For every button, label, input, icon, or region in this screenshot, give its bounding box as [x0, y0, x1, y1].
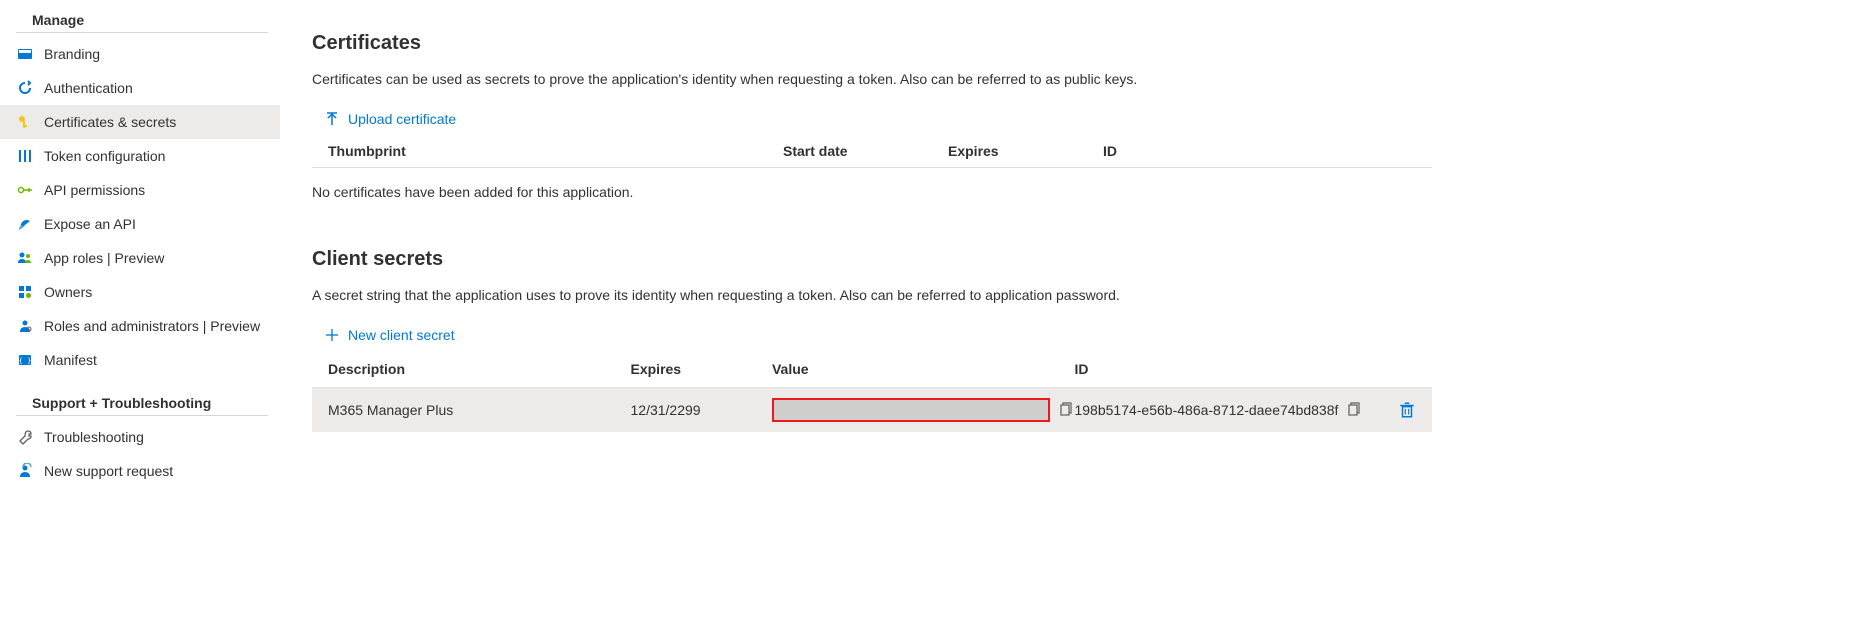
secret-row-expires: 12/31/2299: [631, 402, 772, 418]
secrets-table: New client secret Description Expires Va…: [312, 319, 1432, 432]
upload-certificate-button[interactable]: Upload certificate: [312, 103, 468, 135]
sidebar-item-label: Branding: [44, 46, 100, 62]
sidebar-item-manifest[interactable]: { } Manifest: [0, 343, 280, 377]
secrets-header-description: Description: [328, 361, 631, 377]
owners-icon: [16, 283, 34, 301]
sidebar-item-branding[interactable]: Branding: [0, 37, 280, 71]
sidebar-item-label: App roles | Preview: [44, 250, 164, 266]
client-secrets-title: Client secrets: [312, 248, 1855, 271]
troubleshooting-icon: [16, 428, 34, 446]
authentication-icon: [16, 79, 34, 97]
secrets-header-value: Value: [772, 361, 1075, 377]
sidebar-item-api-permissions[interactable]: API permissions: [0, 173, 280, 207]
manage-section-header: Manage: [16, 8, 268, 33]
expose-api-icon: [16, 215, 34, 233]
new-client-secret-button[interactable]: New client secret: [312, 319, 467, 351]
sidebar-item-label: Certificates & secrets: [44, 114, 176, 130]
sidebar-item-label: Roles and administrators | Preview: [44, 318, 260, 334]
sidebar: Manage Branding Authentication Certifica…: [0, 0, 280, 496]
svg-text:{ }: { }: [19, 357, 32, 365]
sidebar-item-label: Token configuration: [44, 148, 165, 164]
sidebar-item-label: Owners: [44, 284, 92, 300]
new-client-secret-label: New client secret: [348, 327, 455, 343]
client-secrets-description: A secret string that the application use…: [312, 287, 1855, 303]
sidebar-item-token-configuration[interactable]: Token configuration: [0, 139, 280, 173]
cert-header-start-date: Start date: [783, 143, 948, 159]
sidebar-item-label: New support request: [44, 463, 173, 479]
sidebar-item-label: Authentication: [44, 80, 133, 96]
secrets-table-header: Description Expires Value ID: [312, 351, 1432, 388]
sidebar-item-label: Expose an API: [44, 216, 136, 232]
cert-header-expires: Expires: [948, 143, 1103, 159]
upload-certificate-label: Upload certificate: [348, 111, 456, 127]
secret-row-id: 198b5174-e56b-486a-8712-daee74bd838f: [1074, 402, 1338, 418]
certificates-title: Certificates: [312, 32, 1855, 55]
support-section-header: Support + Troubleshooting: [16, 391, 268, 416]
secret-row-description: M365 Manager Plus: [328, 402, 631, 418]
manifest-icon: { }: [16, 351, 34, 369]
secret-value-redacted: [772, 398, 1050, 422]
sidebar-item-label: Troubleshooting: [44, 429, 144, 445]
app-roles-icon: [16, 249, 34, 267]
main-content: Certificates Certificates can be used as…: [280, 0, 1871, 496]
branding-icon: [16, 45, 34, 63]
sidebar-item-troubleshooting[interactable]: Troubleshooting: [0, 420, 280, 454]
certificates-table: Upload certificate Thumbprint Start date…: [312, 103, 1432, 168]
sidebar-item-certificates-secrets[interactable]: Certificates & secrets: [0, 105, 280, 139]
plus-icon: [324, 327, 340, 343]
sidebar-item-expose-api[interactable]: Expose an API: [0, 207, 280, 241]
copy-value-icon[interactable]: [1058, 402, 1074, 418]
secrets-header-id: ID: [1074, 361, 1377, 377]
token-config-icon: [16, 147, 34, 165]
sidebar-item-roles-administrators[interactable]: Roles and administrators | Preview: [0, 309, 280, 343]
certificates-description: Certificates can be used as secrets to p…: [312, 71, 1855, 87]
sidebar-item-authentication[interactable]: Authentication: [0, 71, 280, 105]
roles-admins-icon: [16, 317, 34, 335]
api-permissions-icon: [16, 181, 34, 199]
sidebar-item-app-roles[interactable]: App roles | Preview: [0, 241, 280, 275]
certificates-icon: [16, 113, 34, 131]
sidebar-item-new-support-request[interactable]: New support request: [0, 454, 280, 488]
sidebar-item-label: API permissions: [44, 182, 145, 198]
sidebar-item-label: Manifest: [44, 352, 97, 368]
cert-header-id: ID: [1103, 143, 1303, 159]
certificates-table-header: Thumbprint Start date Expires ID: [312, 135, 1432, 167]
upload-icon: [324, 111, 340, 127]
certificates-empty-message: No certificates have been added for this…: [312, 168, 1855, 248]
support-request-icon: [16, 462, 34, 480]
copy-id-icon[interactable]: [1346, 402, 1362, 418]
delete-secret-icon[interactable]: [1398, 401, 1416, 419]
cert-header-thumbprint: Thumbprint: [328, 143, 783, 159]
table-row: M365 Manager Plus 12/31/2299 198b5174-e5…: [312, 388, 1432, 432]
secrets-header-expires: Expires: [631, 361, 772, 377]
sidebar-item-owners[interactable]: Owners: [0, 275, 280, 309]
